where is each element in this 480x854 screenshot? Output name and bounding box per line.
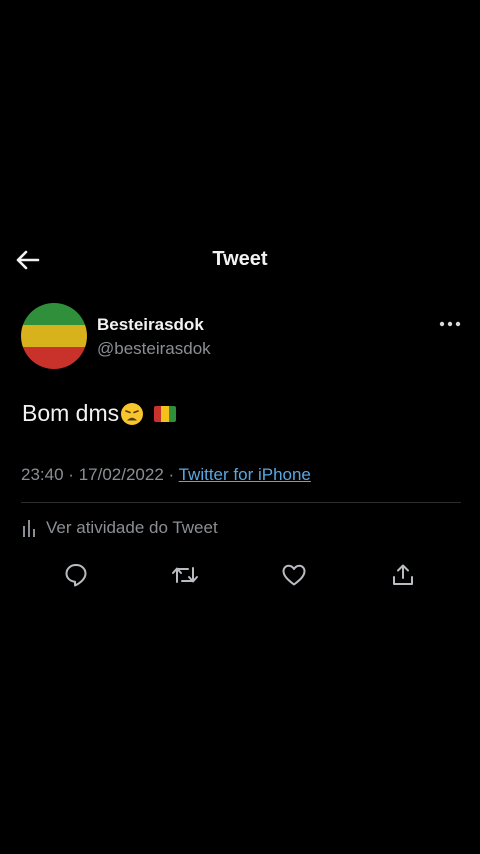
weary-face-icon: [121, 402, 144, 425]
tweet-source-link[interactable]: Twitter for iPhone: [179, 465, 311, 484]
avatar-band-bottom: [21, 347, 87, 369]
retweet-icon: [172, 567, 198, 583]
tweet-meta: 23:40 · 17/02/2022 · Twitter for iPhone: [21, 465, 311, 485]
avatar[interactable]: [21, 303, 87, 369]
top-bar: Tweet: [0, 240, 480, 280]
author-handle[interactable]: @besteirasdok: [97, 339, 211, 359]
tweet-activity-label: Ver atividade do Tweet: [46, 518, 218, 537]
retweet-button[interactable]: [170, 560, 200, 590]
share-button[interactable]: [388, 560, 418, 590]
page-title: Tweet: [212, 248, 268, 270]
flag-stripe-1: [154, 405, 162, 422]
tweet-text: Bom dms: [22, 400, 177, 427]
meta-separator: ·: [168, 465, 175, 484]
like-button[interactable]: [279, 560, 309, 590]
tweet-actions: [0, 560, 480, 590]
meta-separator: ·: [68, 465, 74, 484]
bar-chart-icon: [23, 520, 35, 537]
reply-icon: [65, 564, 87, 587]
avatar-band-top: [21, 303, 87, 325]
flag-stripe-3: [168, 405, 177, 422]
tweet-text-content: Bom dms: [22, 400, 120, 426]
flag-icon: [154, 405, 177, 422]
avatar-band-middle: [21, 325, 87, 347]
tweet-screen: Tweet Besteirasdok @besteirasdok Bom dms…: [0, 0, 480, 854]
tweet-time: 23:40: [21, 465, 64, 484]
flag-stripe-2: [161, 405, 169, 422]
share-icon: [393, 564, 413, 585]
reply-button[interactable]: [61, 560, 91, 590]
more-options-button[interactable]: [434, 312, 466, 336]
divider: [21, 502, 461, 503]
author-name[interactable]: Besteirasdok: [97, 315, 204, 335]
like-icon: [282, 564, 306, 586]
tweet-activity-link[interactable]: Ver atividade do Tweet: [22, 518, 218, 538]
more-horizontal-icon: [439, 321, 461, 327]
tweet-date: 17/02/2022: [78, 465, 164, 484]
